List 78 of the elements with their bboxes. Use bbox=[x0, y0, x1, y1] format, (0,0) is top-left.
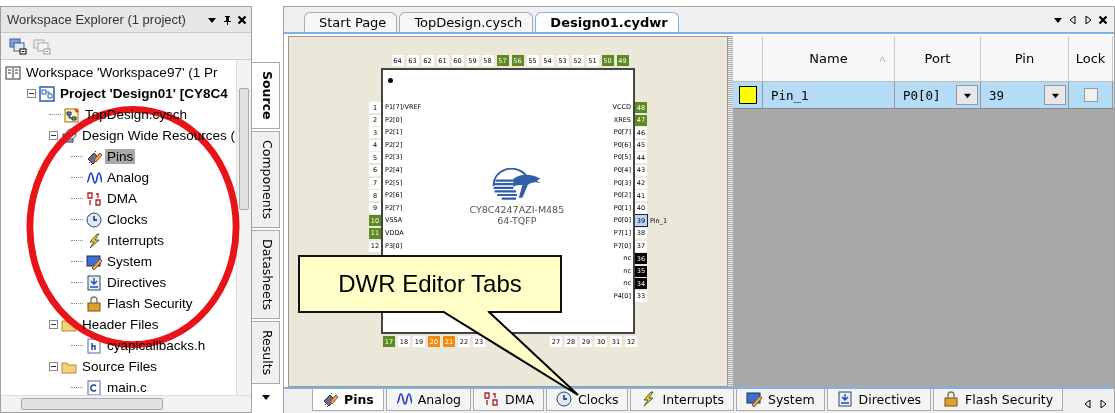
editor-tab[interactable]: Clocks bbox=[545, 389, 629, 411]
lightning-icon bbox=[640, 391, 657, 407]
schematic-icon bbox=[64, 106, 80, 123]
chip-pencil-icon bbox=[322, 391, 338, 407]
collapse-toggle[interactable] bbox=[49, 131, 58, 140]
port-dropdown[interactable]: P0[0] bbox=[895, 82, 981, 108]
table-cell: Pin_1 bbox=[763, 82, 895, 108]
padlock-icon bbox=[86, 295, 102, 312]
editor-tab[interactable]: Pins bbox=[312, 389, 384, 411]
tree-item[interactable]: Flash Security bbox=[105, 296, 195, 311]
pencil-monitor-icon bbox=[86, 253, 102, 270]
side-tab[interactable]: Components bbox=[252, 130, 280, 228]
tree-item[interactable]: Header Files bbox=[80, 317, 161, 332]
column-header[interactable]: Name bbox=[763, 36, 895, 81]
document-tab[interactable]: TopDesign.cysch bbox=[399, 12, 534, 32]
document-tab[interactable]: Design01.cydwr bbox=[535, 12, 679, 32]
tree-item[interactable]: Interrupts bbox=[105, 233, 167, 248]
document-arrow-icon bbox=[836, 391, 853, 407]
editor-tab[interactable]: DMA bbox=[473, 389, 544, 411]
part-number: CY8C4247AZI-M485 bbox=[469, 204, 565, 215]
package-name: 64-TQFP bbox=[497, 215, 537, 226]
editor-tab[interactable]: Analog bbox=[385, 389, 471, 411]
scroll-right-icon[interactable] bbox=[1083, 14, 1093, 25]
side-tab[interactable]: Results bbox=[252, 320, 280, 384]
lock-checkbox[interactable] bbox=[1083, 88, 1098, 102]
dropdown-button[interactable] bbox=[1044, 85, 1066, 105]
column-header[interactable]: Port bbox=[895, 36, 981, 81]
collapse-toggle[interactable] bbox=[49, 362, 58, 371]
pin-dropdown[interactable]: 39 bbox=[981, 82, 1069, 108]
scroll-left-icon[interactable] bbox=[1068, 14, 1078, 25]
tree-item[interactable]: Analog bbox=[105, 170, 152, 185]
collapse-toggle[interactable] bbox=[49, 320, 58, 329]
wave-icon bbox=[395, 391, 412, 407]
vertical-scrollbar[interactable] bbox=[236, 60, 251, 395]
scroll-left-icon[interactable] bbox=[1083, 398, 1093, 409]
panel-title: Workspace Explorer (1 project) bbox=[7, 12, 186, 27]
table-row[interactable]: Pin_1 P0[0] 39 bbox=[733, 82, 1114, 109]
side-tab[interactable]: Datasheets bbox=[252, 229, 280, 319]
tree-item[interactable]: DMA bbox=[105, 191, 139, 206]
horizontal-scrollbar[interactable] bbox=[1, 395, 251, 412]
side-tab[interactable]: Source bbox=[252, 62, 280, 129]
dropdown-button[interactable] bbox=[956, 85, 978, 105]
editor-tab[interactable]: System bbox=[736, 389, 825, 411]
tree-item[interactable]: System bbox=[105, 254, 154, 269]
diagram-icon bbox=[39, 85, 55, 102]
editor-tab[interactable]: Interrupts bbox=[630, 389, 734, 411]
document-tab[interactable]: Start Page bbox=[304, 12, 398, 32]
tree-item[interactable]: Clocks bbox=[105, 212, 150, 227]
editor-tab[interactable]: Directives bbox=[826, 389, 932, 411]
tree-item[interactable]: main.c bbox=[105, 380, 149, 395]
clock-icon bbox=[86, 211, 102, 228]
c-file-icon bbox=[86, 379, 102, 395]
callout: DWR Editor Tabs bbox=[298, 255, 562, 313]
column-header[interactable]: Lock bbox=[1069, 36, 1113, 81]
pin-icon[interactable] bbox=[222, 14, 232, 25]
collapse-toggle[interactable] bbox=[27, 89, 36, 98]
scroll-right-icon[interactable] bbox=[1098, 398, 1108, 409]
tree-item[interactable]: Source Files bbox=[80, 359, 160, 374]
windows-icon[interactable] bbox=[9, 37, 27, 55]
tree-item[interactable]: Pins bbox=[105, 149, 136, 164]
wave-icon bbox=[86, 169, 102, 186]
chip-pencil-icon bbox=[86, 148, 102, 165]
padlock-icon bbox=[943, 391, 960, 407]
binary-icon bbox=[86, 190, 102, 207]
pencil-monitor-icon bbox=[746, 391, 762, 407]
column-header[interactable]: Pin bbox=[981, 36, 1069, 81]
document-arrow-icon bbox=[86, 274, 102, 291]
close-icon[interactable] bbox=[1098, 14, 1108, 25]
lightning-icon bbox=[86, 232, 102, 249]
editor-tab[interactable]: Flash Security bbox=[933, 389, 1064, 411]
tree-item[interactable]: Project 'Design01' [CY8C4 bbox=[58, 86, 230, 101]
close-icon[interactable] bbox=[237, 14, 247, 25]
clock-icon bbox=[555, 391, 572, 407]
book-icon bbox=[5, 64, 21, 81]
tree-item[interactable]: Workspace 'Workspace97' (1 Pr bbox=[24, 65, 220, 80]
binary-icon bbox=[483, 391, 499, 407]
tree-item[interactable]: cyapicallbacks.h bbox=[105, 338, 208, 353]
tree-item[interactable]: Directives bbox=[105, 275, 169, 290]
